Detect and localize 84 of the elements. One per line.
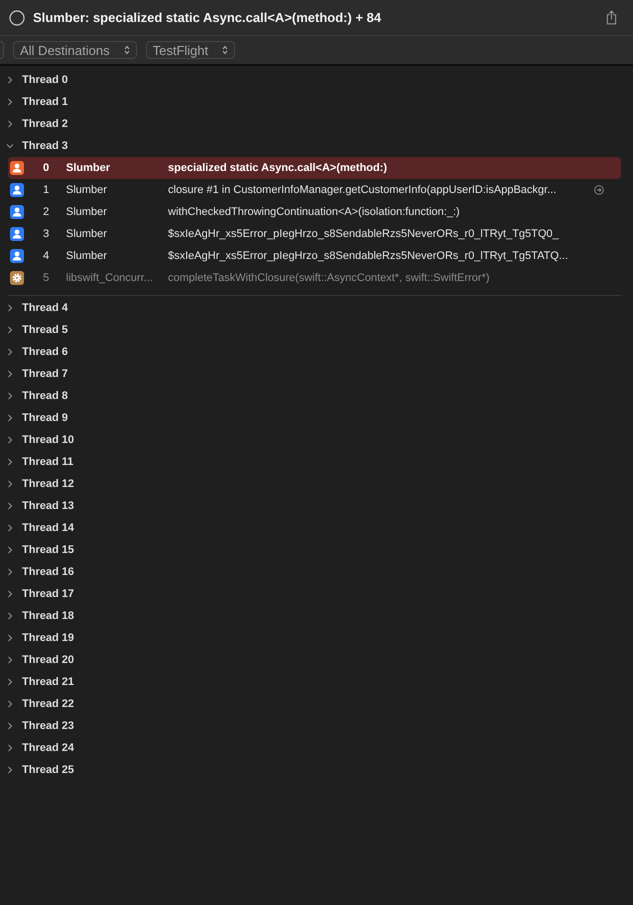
- thread-label[interactable]: Thread 9: [22, 412, 68, 424]
- thread-label[interactable]: Thread 15: [22, 544, 74, 556]
- thread-label[interactable]: Thread 14: [22, 522, 74, 534]
- stack-frame-row[interactable]: 1 Slumber closure #1 in CustomerInfoManager.getCustomerInfo(appUserID:isAppBackgr...: [8, 179, 621, 201]
- chevron-right-icon[interactable]: [6, 678, 14, 686]
- function-name: $sxIeAgHr_xs5Error_pIegHrzo_s8SendableRzs5NeverORs_r0_lTRyt_Tg5TATQ...: [168, 250, 570, 262]
- thread-label[interactable]: Thread 19: [22, 632, 74, 644]
- module-name: libswift_Concurr...: [66, 272, 154, 284]
- stack-frame-row[interactable]: 4 Slumber $sxIeAgHr_xs5Error_pIegHrzo_s8SendableRzs5NeverORs_r0_lTRyt_Tg5TATQ...: [8, 245, 621, 267]
- thread-label[interactable]: Thread 0: [22, 74, 68, 86]
- chevron-down-icon[interactable]: [6, 142, 14, 150]
- chevron-right-icon[interactable]: [6, 120, 14, 128]
- chevron-right-icon[interactable]: [6, 76, 14, 84]
- chevron-right-icon[interactable]: [6, 392, 14, 400]
- chevron-right-icon[interactable]: [6, 458, 14, 466]
- share-icon[interactable]: [606, 10, 617, 25]
- thread-label[interactable]: Thread 6: [22, 346, 68, 358]
- thread-label[interactable]: Thread 22: [22, 698, 74, 710]
- frame-number: 5: [42, 272, 50, 284]
- status-circle-icon: [9, 10, 25, 26]
- thread-label[interactable]: Thread 11: [22, 456, 74, 468]
- chevron-right-icon[interactable]: [6, 634, 14, 642]
- frame-number: 2: [42, 206, 50, 218]
- thread-label[interactable]: Thread 2: [22, 118, 68, 130]
- chevron-right-icon[interactable]: [6, 326, 14, 334]
- chevron-right-icon[interactable]: [6, 436, 14, 444]
- module-name: Slumber: [66, 184, 108, 196]
- thread-label[interactable]: Thread 25: [22, 764, 74, 776]
- chevron-right-icon[interactable]: [6, 304, 14, 312]
- function-name: specialized static Async.call<A>(method:): [168, 162, 388, 174]
- thread-label[interactable]: Thread 3: [22, 140, 68, 152]
- thread-label[interactable]: Thread 10: [22, 434, 74, 446]
- thread-label[interactable]: Thread 7: [22, 368, 68, 380]
- frame-number: 0: [42, 162, 50, 174]
- stack-frame-row[interactable]: 0 Slumber specialized static Async.call<A>(method:): [8, 157, 621, 179]
- thread-label[interactable]: Thread 16: [22, 566, 74, 578]
- thread-label[interactable]: Thread 23: [22, 720, 74, 732]
- chevron-right-icon[interactable]: [6, 348, 14, 356]
- frame-number: 4: [42, 250, 50, 262]
- chevron-right-icon[interactable]: [6, 744, 14, 752]
- thread-label[interactable]: Thread 17: [22, 588, 74, 600]
- chevron-right-icon[interactable]: [6, 98, 14, 106]
- chevron-right-icon[interactable]: [6, 700, 14, 708]
- chevron-right-icon[interactable]: [6, 524, 14, 532]
- popup-button[interactable]: TestFlight: [146, 41, 236, 59]
- stack-frame-row[interactable]: 3 Slumber $sxIeAgHr_xs5Error_pIegHrzo_s8SendableRzs5NeverORs_r0_lTRyt_Tg5TQ0_: [8, 223, 621, 245]
- function-name: closure #1 in CustomerInfoManager.getCustomerInfo(appUserID:isAppBackgr...: [168, 184, 558, 196]
- frame-number: 3: [42, 228, 50, 240]
- thread-label[interactable]: Thread 21: [22, 676, 74, 688]
- up-down-arrows-icon: [222, 45, 228, 55]
- module-name: Slumber: [66, 228, 108, 240]
- frame-number: 1: [42, 184, 50, 196]
- chevron-right-icon[interactable]: [6, 546, 14, 554]
- chevron-right-icon[interactable]: [6, 722, 14, 730]
- thread-label[interactable]: Thread 20: [22, 654, 74, 666]
- up-down-arrows-icon: [124, 45, 130, 55]
- module-name: Slumber: [66, 250, 108, 262]
- chevron-right-icon[interactable]: [6, 414, 14, 422]
- stack-frame-row[interactable]: 5 libswift_Concurr... completeTaskWithClosure(swift::AsyncContext*, swift::SwiftError*): [8, 267, 621, 289]
- chevron-right-icon[interactable]: [6, 502, 14, 510]
- popup-button[interactable]: All Destinations: [13, 41, 137, 59]
- thread-label[interactable]: Thread 18: [22, 610, 74, 622]
- window-title: Slumber: specialized static Async.call<A>(method:) + 84: [33, 10, 382, 25]
- module-name: Slumber: [66, 162, 112, 174]
- chevron-right-icon[interactable]: [6, 612, 14, 620]
- thread-label[interactable]: Thread 8: [22, 390, 68, 402]
- thread-label[interactable]: Thread 24: [22, 742, 74, 754]
- chevron-right-icon[interactable]: [6, 766, 14, 774]
- chevron-right-icon[interactable]: [6, 656, 14, 664]
- thread-label[interactable]: Thread 1: [22, 96, 68, 108]
- arrow-circle-icon[interactable]: [594, 185, 604, 195]
- function-name: $sxIeAgHr_xs5Error_pIegHrzo_s8SendableRzs5NeverORs_r0_lTRyt_Tg5TQ0_: [168, 228, 560, 240]
- thread-label[interactable]: Thread 12: [22, 478, 74, 490]
- chevron-right-icon[interactable]: [6, 480, 14, 488]
- thread-label[interactable]: Thread 4: [22, 302, 68, 314]
- thread-label[interactable]: Thread 13: [22, 500, 74, 512]
- thread-label[interactable]: Thread 5: [22, 324, 68, 336]
- chevron-right-icon[interactable]: [6, 568, 14, 576]
- chevron-right-icon[interactable]: [6, 590, 14, 598]
- chevron-right-icon[interactable]: [6, 370, 14, 378]
- stack-frame-row[interactable]: 2 Slumber withCheckedThrowingContinuation<A>(isolation:function:_:): [8, 201, 621, 223]
- function-name: completeTaskWithClosure(swift::AsyncContext*, swift::SwiftError*): [168, 272, 491, 284]
- function-name: withCheckedThrowingContinuation<A>(isolation:function:_:): [168, 206, 461, 218]
- module-name: Slumber: [66, 206, 108, 218]
